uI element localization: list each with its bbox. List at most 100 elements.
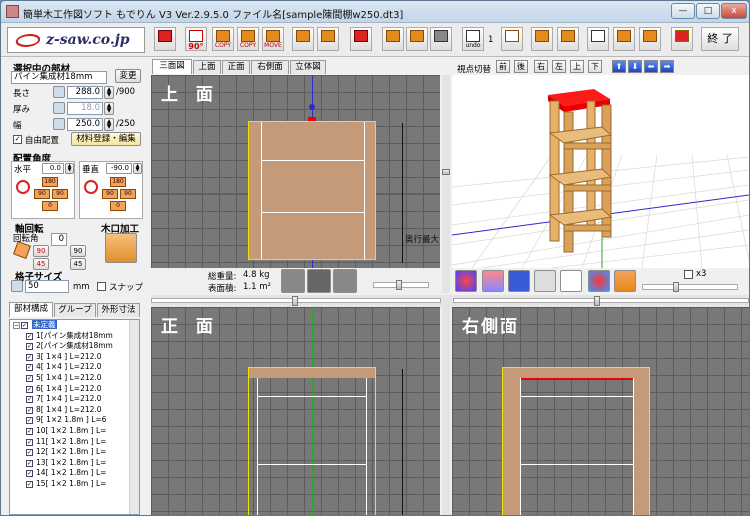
tree-item-checkbox[interactable]: ✓ (26, 353, 33, 361)
rotate-90-button[interactable]: 90° (185, 27, 207, 51)
tree-item[interactable]: ✓ 8[ 1×4 ] L=212.0 (10, 405, 139, 416)
tree-scrollbar[interactable] (129, 320, 139, 514)
tree-item[interactable]: ✓ 6[ 1×4 ] L=212.0 (10, 384, 139, 395)
tree-item[interactable]: ✓ 15[ 1×2 1.8m ] L= (10, 479, 139, 490)
tab-side[interactable]: 右側面 (251, 60, 289, 74)
rotate-right-button[interactable]: ➡ (660, 60, 674, 73)
tree-root[interactable]: − ✓ 未定義 (10, 320, 139, 331)
arch-button[interactable] (292, 27, 314, 51)
length-calc-icon[interactable] (53, 86, 65, 98)
explode-button[interactable] (614, 270, 636, 292)
tree-item[interactable]: ✓ 14[ 1×2 1.8m ] L= (10, 468, 139, 479)
exit-button[interactable]: 終 了 (701, 27, 739, 51)
open-file-button[interactable] (531, 27, 553, 51)
angle-90-right-button[interactable]: 90 (52, 189, 68, 199)
lower-left-knob[interactable] (292, 296, 298, 306)
lower-right-knob[interactable] (594, 296, 600, 306)
tree-item[interactable]: ✓ 12[ 1×2 1.8m ] L= (10, 447, 139, 458)
grid-calc-icon[interactable] (11, 280, 23, 292)
3d-view-canvas[interactable] (452, 75, 749, 268)
tree-collapse-icon[interactable]: − (13, 322, 20, 329)
angle-90-left-button[interactable]: 90 (34, 189, 50, 199)
align-left-button[interactable] (281, 269, 305, 293)
ladder-button[interactable] (382, 27, 404, 51)
tree-item[interactable]: ✓ 7[ 1×4 ] L=212.0 (10, 394, 139, 405)
view-back-button[interactable]: 後 (514, 60, 528, 73)
snap-checkbox[interactable] (97, 282, 106, 291)
3d-zoom-slider[interactable] (642, 282, 738, 292)
3d-zoom-knob[interactable] (673, 282, 679, 292)
copy-button[interactable]: COPY (212, 27, 234, 51)
view-right-button[interactable]: 右 (534, 60, 548, 73)
view-bottom-button[interactable]: 下 (588, 60, 602, 73)
change-material-button[interactable]: 変更 (115, 69, 141, 83)
tab-group[interactable]: グループ (54, 303, 96, 317)
close-button[interactable]: x (721, 3, 747, 19)
tree-item-checkbox[interactable]: ✓ (26, 459, 33, 467)
view-front-button[interactable]: 前 (496, 60, 510, 73)
z-saw-logo[interactable]: z-saw.co.jp (7, 27, 145, 53)
side-outline[interactable] (502, 367, 650, 515)
tree-item-checkbox[interactable]: ✓ (26, 385, 33, 393)
rotate-up-button[interactable]: ⬆ (612, 60, 626, 73)
help-button[interactable] (671, 27, 693, 51)
view-top-button[interactable]: 上 (570, 60, 584, 73)
top-panel-shape[interactable] (248, 121, 376, 260)
tree-item-checkbox[interactable]: ✓ (26, 470, 33, 478)
horizontal-input[interactable]: 0.0 (42, 163, 64, 174)
orbit-button[interactable] (588, 270, 610, 292)
length-spinner[interactable]: ▲ ▼ (104, 86, 114, 99)
tree-item[interactable]: ✓ 5[ 1×4 ] L=212.0 (10, 373, 139, 384)
wire-mode-button[interactable] (534, 270, 556, 292)
tree-item[interactable]: ✓ 4[ 1×4 ] L=212.0 (10, 362, 139, 373)
x3-checkbox[interactable] (684, 270, 693, 279)
material-edit-button[interactable]: 材料登録・編集 (71, 132, 141, 146)
save-file-button[interactable] (557, 27, 579, 51)
top-view-canvas[interactable]: 上 面 奥行最大 (151, 75, 440, 268)
width-spinner[interactable]: ▲ ▼ (104, 118, 114, 131)
panel-button[interactable] (406, 27, 428, 51)
selection-handle[interactable] (308, 117, 316, 121)
lighting-button[interactable] (482, 270, 504, 292)
tree-item-checkbox[interactable]: ✓ (26, 427, 33, 435)
vsplit-knob[interactable] (442, 169, 450, 175)
copy-plus-button[interactable]: COPY (237, 27, 259, 51)
align-right-button[interactable] (333, 269, 357, 293)
print-button[interactable] (587, 27, 609, 51)
lower-vertical-splitter[interactable] (442, 307, 450, 515)
tree-item-checkbox[interactable]: ✓ (26, 449, 33, 457)
thickness-calc-icon[interactable] (53, 102, 65, 114)
length-input[interactable]: 288.0 (67, 86, 103, 99)
width-input[interactable]: 250.0 (67, 118, 103, 131)
drawer-button[interactable] (430, 27, 452, 51)
view-left-button[interactable]: 左 (552, 60, 566, 73)
tab-parts[interactable]: 部材構成 (9, 302, 53, 317)
axis-90-right-button[interactable]: 90 (70, 245, 86, 257)
minimize-button[interactable]: — (671, 3, 695, 19)
vertical-180-button[interactable]: 180 (110, 177, 126, 187)
side-view-canvas[interactable]: 右側面 (452, 307, 749, 515)
tree-item[interactable]: ✓ 11[ 1×2 1.8m ] L= (10, 437, 139, 448)
axis-45-right-button[interactable]: 45 (70, 258, 86, 270)
align-center-button[interactable] (307, 269, 331, 293)
front-view-canvas[interactable]: 正 面 (151, 307, 440, 515)
free-place-checkbox[interactable]: ✓ (13, 135, 22, 144)
floor-grid-button[interactable] (560, 270, 582, 292)
vertical-90-left-button[interactable]: 90 (102, 189, 118, 199)
house-button[interactable] (613, 27, 635, 51)
thickness-input[interactable]: 18.0 (67, 102, 103, 115)
tree-item[interactable]: ✓ 13[ 1×2 1.8m ] L= (10, 458, 139, 469)
tree-item-checkbox[interactable]: ✓ (26, 332, 33, 340)
tab-three-view[interactable]: 三面図 (152, 59, 192, 74)
tree-item[interactable]: ✓ 3[ 1×4 ] L=212.0 (10, 352, 139, 363)
grid-size-select[interactable]: 50 (25, 280, 69, 293)
color-mode-button[interactable] (455, 270, 477, 292)
vertical-splitter[interactable] (442, 75, 450, 293)
solid-mode-button[interactable] (508, 270, 530, 292)
maximize-button[interactable]: □ (696, 3, 720, 19)
tree-item-checkbox[interactable]: ✓ (26, 417, 33, 425)
rotate-left-button[interactable]: ⬅ (644, 60, 658, 73)
angle-180-button[interactable]: 180 (42, 177, 58, 187)
thickness-spinner[interactable]: ▲ ▼ (104, 102, 114, 115)
tree-item[interactable]: ✓ 9[ 1×2 1.8m ] L=6 (10, 415, 139, 426)
